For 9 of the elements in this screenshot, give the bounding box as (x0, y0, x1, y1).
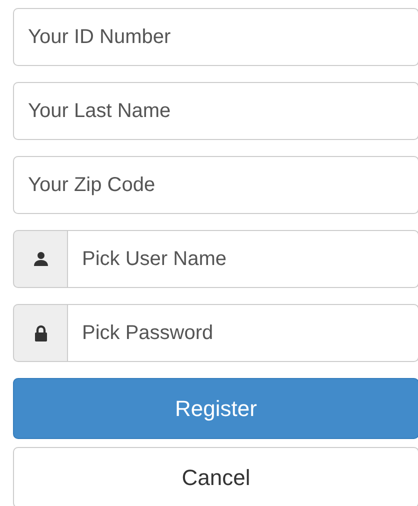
user-icon (32, 251, 48, 267)
input-field[interactable]: Your Last Name (13, 82, 418, 140)
input-field[interactable]: Your ID Number (13, 8, 418, 66)
lock-icon (34, 324, 48, 342)
input-field[interactable]: Pick User Name (67, 230, 418, 288)
cancel-button[interactable]: Cancel (13, 447, 418, 506)
input-field[interactable]: Your Zip Code (13, 156, 418, 214)
register-button[interactable]: Register (13, 378, 418, 439)
input-field[interactable]: Pick Password (67, 304, 418, 362)
